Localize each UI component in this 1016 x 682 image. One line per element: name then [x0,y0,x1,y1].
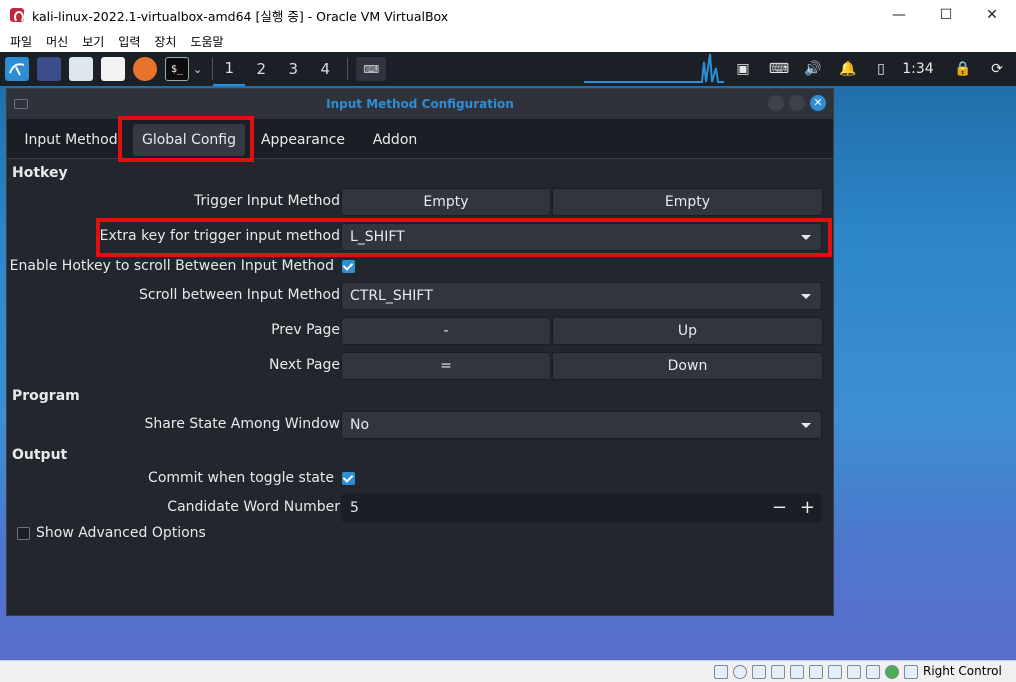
network-icon[interactable] [771,665,785,679]
close-button[interactable]: ✕ [969,0,1015,30]
show-desktop-icon[interactable] [37,57,61,81]
host-title-bar: kali-linux-2022.1-virtualbox-amd64 [실행 중… [0,0,1016,30]
next-page-label: Next Page [269,357,340,373]
commit-toggle-label: Commit when toggle state [148,470,334,486]
kali-top-panel: $_ ⌄ 1 2 3 4 ⌨ ▣ ⌨ 🔊 🔔 ▯ 1:34 🔒 ⟳ [0,52,1016,86]
optical-drive-icon[interactable] [733,665,747,679]
menu-help[interactable]: 도움말 [190,33,223,50]
input-method-config-dialog: Input Method Configuration ✕ Input Metho… [6,88,834,616]
decrement-button[interactable]: − [772,495,787,521]
host-menu-bar: 파일 머신 보기 입력 장치 도움말 [0,30,1016,52]
maximize-button[interactable]: ☐ [923,0,969,30]
show-advanced-label: Show Advanced Options [36,525,206,541]
candidate-number-spinbox[interactable]: 5 − + [341,494,822,522]
volume-icon[interactable]: 🔊 [802,52,824,86]
clock[interactable]: 1:34 [898,52,938,86]
trigger-label: Trigger Input Method [194,193,340,209]
virtualbox-app-icon [10,8,24,23]
candidate-number-label: Candidate Word Number [167,499,340,515]
keyboard-icon[interactable]: ⌨ [768,52,790,86]
battery-icon[interactable]: ▯ [870,52,892,86]
guest-additions-icon[interactable] [885,665,899,679]
dropdown-arrow-icon [801,423,811,428]
candidate-number-value: 5 [350,500,359,516]
section-output: Output [12,447,68,463]
highlight-box-extra-key [96,218,832,257]
share-state-value: No [350,417,370,433]
menu-file[interactable]: 파일 [10,33,32,50]
dialog-maximize-button[interactable] [789,95,805,111]
dropdown-arrow-icon [801,294,811,299]
highlight-box-global-config [118,116,254,162]
workspace-3[interactable]: 3 [277,52,309,86]
audio-icon[interactable] [752,665,766,679]
cpu-graph [584,52,724,86]
trigger-key-button-2[interactable]: Empty [552,188,823,216]
kali-menu-icon[interactable] [5,57,29,81]
section-hotkey: Hotkey [12,165,68,181]
firefox-icon[interactable] [133,57,157,81]
share-state-label: Share State Among Window [144,416,340,432]
scroll-between-value: CTRL_SHIFT [350,288,433,304]
dialog-title: Input Method Configuration [326,97,514,111]
tab-input-method[interactable]: Input Method [21,124,121,156]
show-advanced-checkbox[interactable] [17,527,30,540]
scroll-between-select[interactable]: CTRL_SHIFT [341,282,822,310]
file-manager-icon[interactable] [69,57,93,81]
dialog-close-button[interactable]: ✕ [810,95,826,111]
tab-addon[interactable]: Addon [365,124,425,156]
prev-page-label: Prev Page [271,322,340,338]
increment-button[interactable]: + [800,495,815,521]
workspace-1[interactable]: 1 [213,52,246,86]
next-page-key-button-1[interactable]: = [341,352,551,380]
host-status-bar: Right Control [0,660,1016,682]
trigger-key-button-1[interactable]: Empty [341,188,551,216]
guest-desktop: $_ ⌄ 1 2 3 4 ⌨ ▣ ⌨ 🔊 🔔 ▯ 1:34 🔒 ⟳ Input … [0,52,1016,660]
enable-scroll-checkbox[interactable] [342,260,355,273]
text-editor-icon[interactable] [101,57,125,81]
hard-disk-icon[interactable] [714,665,728,679]
workspace-2[interactable]: 2 [245,52,277,86]
dialog-minimize-button[interactable] [768,95,784,111]
host-window-title: kali-linux-2022.1-virtualbox-amd64 [실행 중… [32,8,449,24]
menu-machine[interactable]: 머신 [46,33,68,50]
terminal-icon[interactable]: $_ [165,57,189,81]
keyboard-window-icon[interactable]: ⌨ [356,57,387,81]
workspace-4[interactable]: 4 [309,52,341,86]
dialog-title-bar: Input Method Configuration ✕ [7,89,833,119]
notification-bell-icon[interactable]: 🔔 [837,52,859,86]
usb-icon[interactable] [790,665,804,679]
next-page-key-button-2[interactable]: Down [552,352,823,380]
logout-icon[interactable]: ⟳ [986,52,1008,86]
display-icon[interactable]: ▣ [732,52,754,86]
video-capture-icon[interactable] [847,665,861,679]
menu-view[interactable]: 보기 [82,33,104,50]
enable-scroll-label: Enable Hotkey to scroll Between Input Me… [9,258,334,274]
share-state-select[interactable]: No [341,411,822,439]
host-key-label: Right Control [923,664,1002,678]
lock-icon[interactable]: 🔒 [952,52,974,86]
shared-folders-icon[interactable] [809,665,823,679]
host-key-icon[interactable] [904,665,918,679]
minimize-button[interactable]: — [876,0,922,30]
scroll-between-label: Scroll between Input Method [138,287,340,303]
menu-devices[interactable]: 장치 [154,33,176,50]
screen: kali-linux-2022.1-virtualbox-amd64 [실행 중… [0,0,1016,682]
virtualization-icon[interactable] [866,665,880,679]
prev-page-key-button-1[interactable]: - [341,317,551,345]
menu-input[interactable]: 입력 [118,33,140,50]
tab-appearance[interactable]: Appearance [257,124,349,156]
section-program: Program [12,388,80,404]
keyboard-icon [14,99,28,109]
commit-toggle-checkbox[interactable] [342,472,355,485]
display-settings-icon[interactable] [828,665,842,679]
prev-page-key-button-2[interactable]: Up [552,317,823,345]
chevron-down-icon[interactable]: ⌄ [193,63,202,76]
